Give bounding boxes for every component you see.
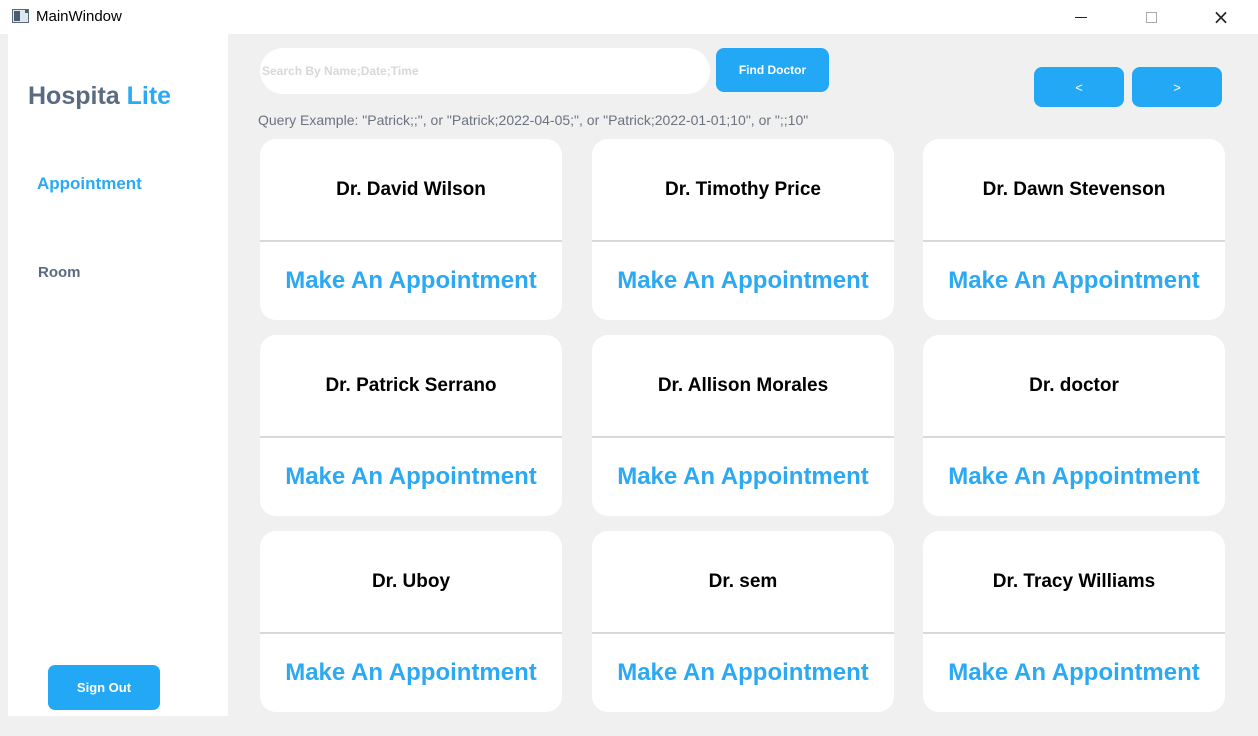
doctor-name: Dr. David Wilson (336, 178, 486, 200)
sidebar-item-room[interactable]: Room (38, 264, 81, 281)
title-bar: MainWindow × (0, 0, 1258, 34)
brand-name-part2: Lite (126, 82, 172, 110)
sidebar: Hospita Lite Appointment Room Sign Out (8, 34, 228, 716)
sidebar-item-appointment[interactable]: Appointment (37, 174, 142, 194)
make-appointment-button[interactable]: Make An Appointment (923, 634, 1225, 712)
find-doctor-button[interactable]: Find Doctor (716, 48, 829, 92)
next-page-button[interactable]: > (1132, 67, 1222, 107)
doctor-name: Dr. Patrick Serrano (325, 374, 497, 396)
make-appointment-button[interactable]: Make An Appointment (923, 242, 1225, 320)
brand-logo: Hospita Lite (28, 82, 171, 111)
app-window-icon (12, 9, 29, 23)
doctor-name: Dr. Uboy (371, 570, 451, 592)
search-input[interactable] (262, 64, 710, 78)
doctor-name: Dr. Tracy Williams (992, 570, 1156, 592)
window-title: MainWindow (36, 8, 122, 25)
doctor-name: Dr. doctor (1029, 374, 1119, 396)
sign-out-button[interactable]: Sign Out (48, 665, 160, 710)
doctor-card: Dr. Patrick Serrano Make An Appointment (260, 335, 562, 516)
make-appointment-button[interactable]: Make An Appointment (592, 634, 894, 712)
doctor-name: Dr. Allison Morales (657, 374, 829, 396)
doctor-card: Dr. Uboy Make An Appointment (260, 531, 562, 712)
query-hint: Query Example: "Patrick;;", or "Patrick;… (258, 112, 809, 128)
doctor-name: Dr. Timothy Price (665, 178, 821, 200)
doctor-card: Dr. David Wilson Make An Appointment (260, 139, 562, 320)
make-appointment-button[interactable]: Make An Appointment (592, 438, 894, 516)
make-appointment-button[interactable]: Make An Appointment (923, 438, 1225, 516)
doctor-name: Dr. Dawn Stevenson (982, 178, 1166, 200)
minimize-button[interactable] (1058, 0, 1104, 34)
maximize-button[interactable] (1128, 0, 1174, 34)
make-appointment-button[interactable]: Make An Appointment (260, 242, 562, 320)
close-button[interactable]: × (1198, 0, 1244, 34)
brand-name-part1: Hospita (28, 82, 120, 110)
doctor-card: Dr. doctor Make An Appointment (923, 335, 1225, 516)
doctor-card: Dr. Dawn Stevenson Make An Appointment (923, 139, 1225, 320)
doctor-card: Dr. Allison Morales Make An Appointment (592, 335, 894, 516)
doctor-card: Dr. Tracy Williams Make An Appointment (923, 531, 1225, 712)
maximize-icon (1145, 11, 1157, 23)
make-appointment-button[interactable]: Make An Appointment (260, 438, 562, 516)
doctor-card: Dr. Timothy Price Make An Appointment (592, 139, 894, 320)
doctor-name: Dr. sem (708, 570, 778, 592)
close-icon: × (1212, 5, 1230, 29)
minimize-icon (1075, 16, 1087, 18)
make-appointment-button[interactable]: Make An Appointment (260, 634, 562, 712)
doctor-card: Dr. sem Make An Appointment (592, 531, 894, 712)
search-box (260, 48, 710, 94)
previous-page-button[interactable]: < (1034, 67, 1124, 107)
make-appointment-button[interactable]: Make An Appointment (592, 242, 894, 320)
